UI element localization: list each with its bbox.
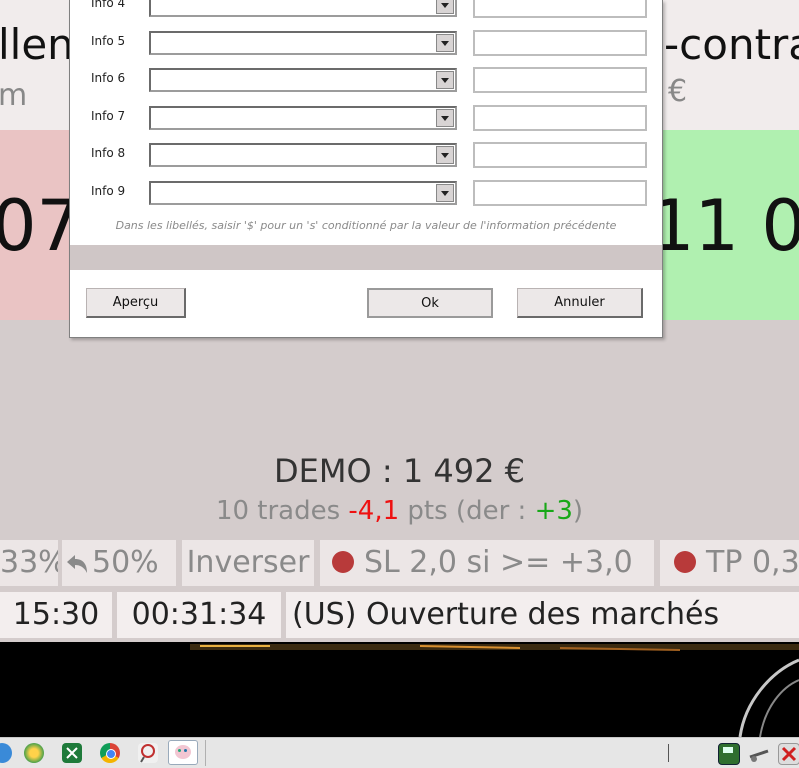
info-row-dropdown[interactable] [149,0,457,17]
info-row-label: Info 8 [91,146,126,160]
paint-icon[interactable] [138,743,158,763]
reverse-pct-button[interactable]: 50% [62,540,176,586]
info-labels-dialog: Info 4 Info 5 Info 6 Info 7 Info 8 Info 9 Dan… [69,0,663,338]
app-icon[interactable] [168,740,198,765]
close-pct-button[interactable]: 33% [0,540,58,586]
stop-loss-label: SL 2,0 si >= +3,0 [364,545,633,580]
invert-button[interactable]: Inverser [182,540,314,586]
taskbar [0,737,799,768]
countdown: 00:31:34 [117,592,281,638]
current-time: 15:30 [0,592,112,638]
info-row-dropdown[interactable] [149,68,457,92]
trades-suffix-text: ) [572,496,584,526]
media-player-icon[interactable] [24,743,44,763]
red-dot-icon [674,550,696,573]
trades-summary: 10 trades -4,1 pts (der : +3) [0,496,799,526]
ie-icon[interactable] [0,743,12,763]
excel-icon[interactable] [62,743,82,763]
chevron-down-icon[interactable] [436,146,454,164]
currency-label: € [668,74,688,109]
buy-panel[interactable]: 11 07 [660,130,799,320]
account-balance: DEMO : 1 492 € [274,452,525,490]
undo-arrow-icon [62,540,92,586]
info-row-label: Info 5 [91,34,126,48]
ok-button[interactable]: Ok [367,288,493,318]
last-trade-points: +3 [534,496,573,526]
red-dot-icon [332,550,354,573]
info-row-text-field[interactable] [473,67,647,93]
take-profit-button[interactable]: TP 0,3 [660,540,799,586]
invert-label: Inverser [186,545,310,580]
take-profit-label: TP 0,3 [706,545,799,580]
tray-divider [668,744,669,762]
reverse-pct-label: 50% [92,545,159,580]
info-row-label: Info 7 [91,109,126,123]
taskbar-divider [205,740,206,766]
stop-loss-button[interactable]: SL 2,0 si >= +3,0 [320,540,654,586]
preview-button[interactable]: Aperçu [86,288,186,318]
status-bar: 15:30 00:31:34 (US) Ouverture des marché… [0,590,799,642]
trades-count-text: 10 trades [215,496,349,526]
desktop-wallpaper [0,642,799,737]
info-row-dropdown[interactable] [149,31,457,55]
chrome-icon[interactable] [100,743,120,763]
chevron-down-icon[interactable] [436,0,454,14]
info-row-dropdown[interactable] [149,106,457,130]
info-row-label: Info 6 [91,71,126,85]
chevron-down-icon[interactable] [436,109,454,127]
market-event: (US) Ouverture des marchés [286,592,799,638]
info-row-dropdown[interactable] [149,143,457,167]
cancel-button[interactable]: Annuler [517,288,643,318]
action-bar: 33% 50% Inverser SL 2,0 si >= +3,0 TP 0,… [0,538,799,588]
close-icon[interactable] [778,743,799,765]
info-row-dropdown[interactable] [149,181,457,205]
close-pct-label: 33% [0,545,58,580]
instrument-title-right: -contra [664,20,799,69]
info-row-text-field[interactable] [473,0,647,18]
preview-label: Aperçu [112,295,159,310]
chevron-down-icon[interactable] [436,71,454,89]
info-row-text-field[interactable] [473,105,647,131]
instrument-title-left: llen [0,20,74,69]
instrument-subtitle-left: m [0,78,28,113]
sell-price: 07 [0,185,70,267]
sell-panel[interactable]: 07 [0,130,70,320]
dialog-separator [70,245,662,270]
info-row-text-field[interactable] [473,30,647,56]
chevron-down-icon[interactable] [436,34,454,52]
ok-label: Ok [421,296,439,311]
cancel-label: Annuler [554,295,605,310]
info-row-label: Info 9 [91,184,126,198]
info-row-label: Info 4 [91,0,126,10]
trades-points: -4,1 [348,496,400,526]
buy-price: 11 07 [660,185,799,267]
network-icon[interactable] [748,743,769,763]
hint-text: Dans les libellés, saisir '$' pour un 's… [115,219,617,232]
info-row-text-field[interactable] [473,180,647,206]
chevron-down-icon[interactable] [436,184,454,202]
info-row-text-field[interactable] [473,142,647,168]
trades-middle-text: pts (der : [399,496,535,526]
save-icon[interactable] [718,743,740,765]
